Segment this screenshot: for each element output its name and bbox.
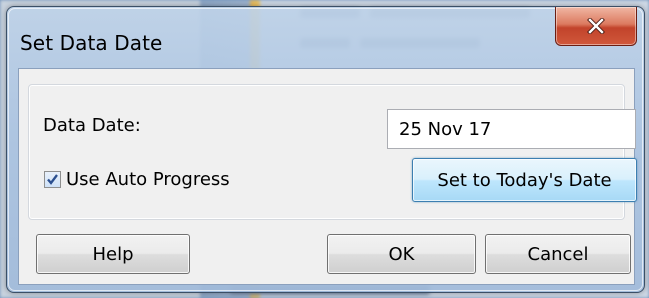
checkmark-icon xyxy=(47,174,58,185)
close-icon xyxy=(587,18,605,34)
dialog-client-area: Data Date: Use Auto Progress Set to Toda… xyxy=(18,68,637,285)
set-data-date-dialog: Set Data Date Data Date: Use Auto Progre… xyxy=(6,6,645,293)
use-auto-progress-label[interactable]: Use Auto Progress xyxy=(66,169,230,190)
use-auto-progress-checkbox[interactable] xyxy=(44,171,61,188)
cancel-button[interactable]: Cancel xyxy=(485,234,631,274)
settings-group: Data Date: Use Auto Progress Set to Toda… xyxy=(28,84,637,220)
data-date-label: Data Date: xyxy=(43,115,141,136)
ok-button[interactable]: OK xyxy=(327,234,476,274)
set-to-todays-date-button[interactable]: Set to Today's Date xyxy=(412,158,637,202)
dialog-title: Set Data Date xyxy=(20,31,163,55)
data-date-input[interactable] xyxy=(387,109,636,149)
help-button[interactable]: Help xyxy=(36,234,190,274)
close-button[interactable] xyxy=(555,7,637,46)
